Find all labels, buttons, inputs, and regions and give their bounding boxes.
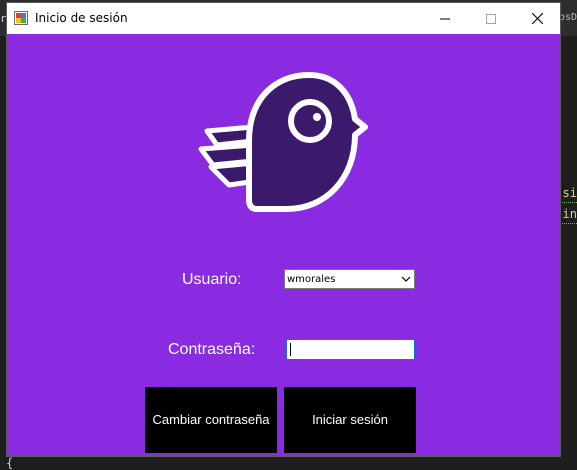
- login-window: Inicio de sesión Usuario: wmorales Contr…: [7, 3, 560, 456]
- minimize-icon: [440, 18, 450, 19]
- maximize-icon: [486, 13, 496, 24]
- window-title: Inicio de sesión: [35, 11, 128, 25]
- user-label: Usuario:: [182, 271, 242, 288]
- bird-logo-icon: [198, 72, 368, 212]
- minimize-button[interactable]: [422, 3, 468, 34]
- chevron-down-icon: [401, 276, 411, 282]
- password-label: Contraseña:: [168, 341, 256, 358]
- change-password-button[interactable]: Cambiar contraseña: [145, 387, 277, 453]
- ide-tab-fragment: osD: [558, 12, 577, 23]
- close-button[interactable]: [514, 3, 560, 34]
- user-dropdown[interactable]: wmorales: [284, 269, 415, 289]
- login-button[interactable]: Iniciar sesión: [284, 387, 416, 453]
- user-dropdown-value: wmorales: [287, 273, 336, 285]
- ide-warning-squiggle: [559, 201, 577, 203]
- login-form: Usuario: wmorales Contraseña: Cambiar co…: [7, 34, 560, 456]
- ide-warning-squiggle: [559, 222, 577, 224]
- ide-text-fragment: r: [0, 12, 7, 25]
- text-caret: [290, 343, 291, 356]
- ide-code-fragment: si: [562, 186, 577, 200]
- ide-code-fragment: {: [6, 456, 14, 470]
- app-icon: [14, 11, 28, 25]
- title-bar[interactable]: Inicio de sesión: [7, 3, 560, 34]
- close-icon: [531, 13, 543, 24]
- ide-code-fragment: in: [562, 207, 577, 221]
- password-input[interactable]: [286, 339, 415, 360]
- maximize-button[interactable]: [468, 3, 514, 34]
